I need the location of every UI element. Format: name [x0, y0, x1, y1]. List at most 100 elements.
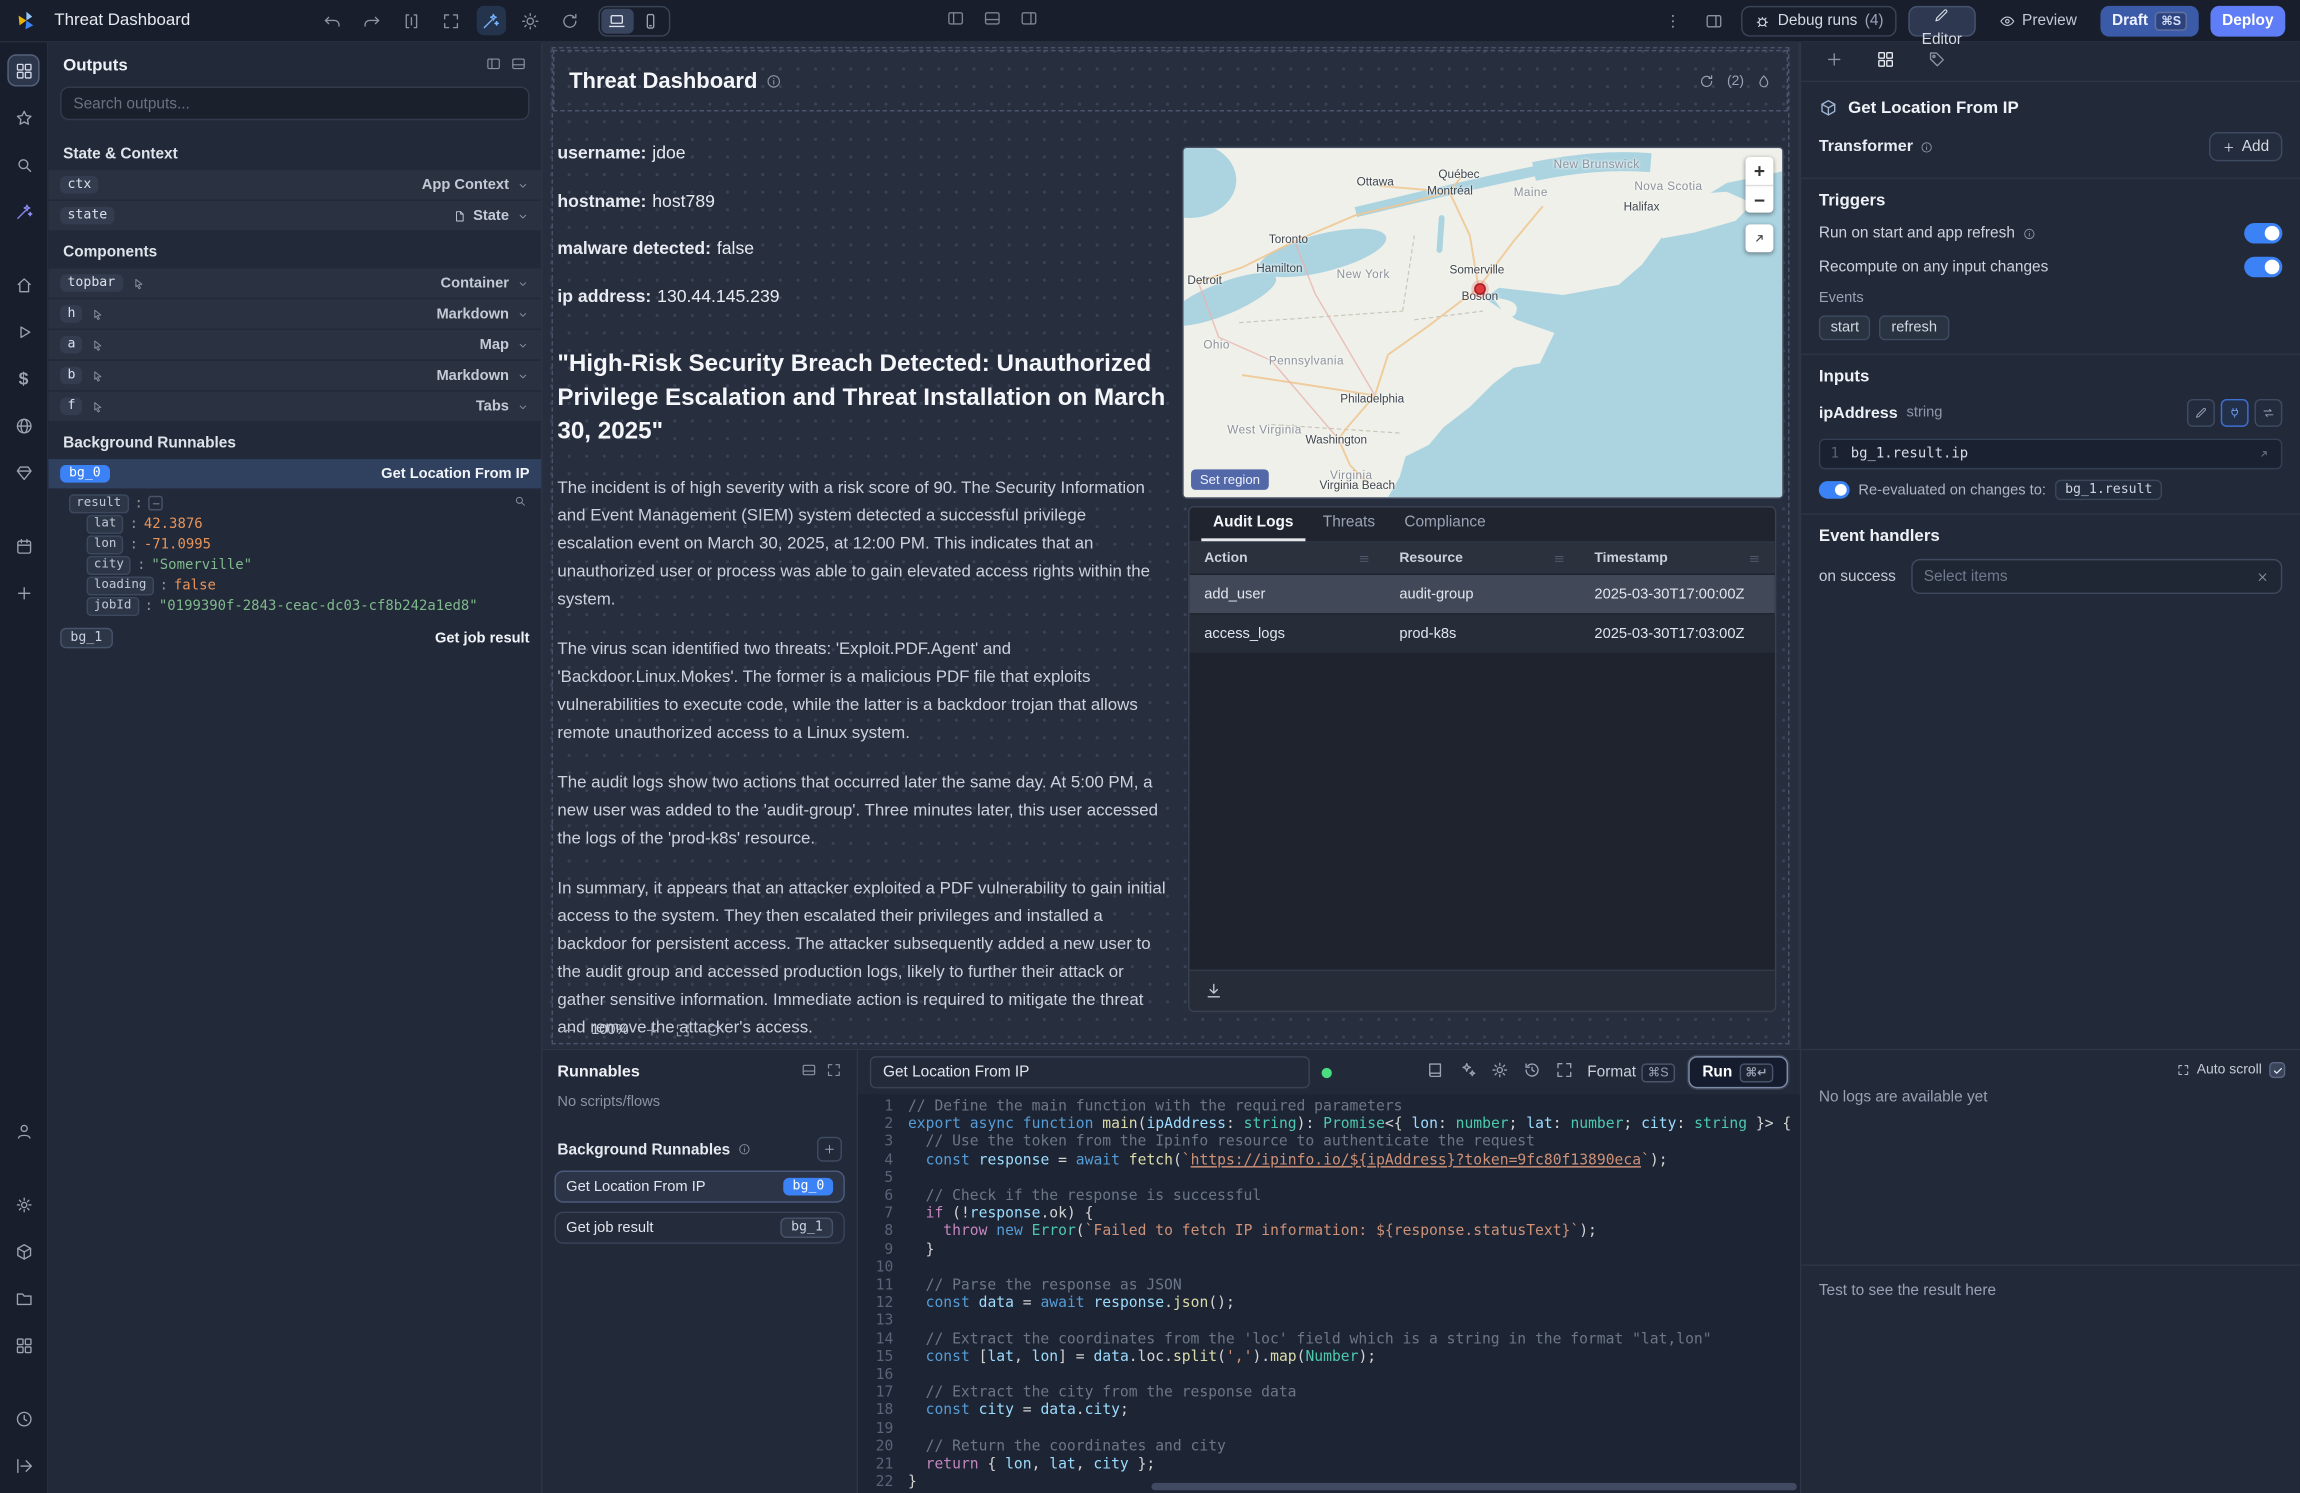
json-row-city[interactable]: city "Somerville" — [69, 554, 530, 575]
rail-item-recent[interactable] — [7, 1402, 39, 1434]
editor-settings-icon[interactable] — [1490, 1060, 1509, 1083]
rail-item-resources[interactable] — [7, 409, 39, 441]
json-row-lon[interactable]: lon -71.0995 — [69, 534, 530, 555]
component-row-f[interactable]: f Tabs — [48, 392, 541, 423]
format-button[interactable]: Format ⌘S — [1587, 1063, 1674, 1082]
reset-view-icon[interactable] — [705, 1022, 721, 1038]
code-line[interactable]: 18 const city = data.city; — [858, 1403, 1800, 1421]
info-icon[interactable] — [766, 73, 782, 89]
table-row[interactable]: access_logs prod-k8s 2025-03-30T17:03:00… — [1190, 615, 1775, 655]
input-expression-editor[interactable]: 1 bg_1.result.ip — [1819, 439, 2283, 470]
field-username[interactable]: username:jdoe — [557, 142, 1166, 190]
insert-component-tab[interactable] — [1825, 50, 1844, 73]
code-line[interactable]: 14 // Extract the coordinates from the '… — [858, 1331, 1800, 1349]
connect-input-button[interactable] — [2221, 399, 2249, 427]
code-line[interactable]: 19 — [858, 1421, 1800, 1439]
autoscroll-checkbox[interactable] — [2269, 1062, 2285, 1078]
rail-item-add[interactable] — [7, 576, 39, 608]
windmill-logo-icon[interactable] — [15, 9, 38, 32]
chevron-down-icon[interactable] — [516, 276, 529, 289]
expand-expression-icon[interactable] — [2257, 447, 2270, 460]
column-menu-icon[interactable] — [1358, 552, 1370, 564]
code-line[interactable]: 16 — [858, 1367, 1800, 1385]
code-line[interactable]: 17 // Extract the city from the response… — [858, 1385, 1800, 1403]
save-draft-button[interactable]: Draft ⌘S — [2100, 5, 2198, 36]
tab-compliance[interactable]: Compliance — [1393, 508, 1498, 542]
code-line[interactable]: 4 const response = await fetch(`https://… — [858, 1152, 1800, 1170]
add-transformer-button[interactable]: Add — [2209, 132, 2282, 161]
set-region-button[interactable]: Set region — [1191, 469, 1269, 490]
rail-item-search[interactable] — [7, 148, 39, 180]
fit-view-icon[interactable] — [437, 6, 466, 35]
runnable-item-bg1[interactable]: Get job result bg_1 — [554, 1212, 844, 1244]
component-row-h[interactable]: h Markdown — [48, 299, 541, 330]
code-line[interactable]: 20 // Return the coordinates and city — [858, 1439, 1800, 1457]
field-hostname[interactable]: hostname:host789 — [557, 190, 1166, 238]
field-ip[interactable]: ip address:130.44.145.239 — [557, 285, 1166, 333]
rail-item-apps[interactable] — [7, 1329, 39, 1361]
toggle-bottom-panel-icon[interactable] — [983, 9, 1002, 32]
chevron-down-icon[interactable] — [516, 209, 529, 222]
info-icon[interactable] — [738, 1143, 751, 1156]
rail-item-account[interactable] — [7, 1115, 39, 1147]
column-menu-icon[interactable] — [1553, 552, 1565, 564]
runnable-item-bg0[interactable]: Get Location From IP bg_0 — [554, 1171, 844, 1203]
info-icon[interactable] — [1920, 140, 1933, 153]
json-row-result[interactable]: result — [69, 493, 530, 514]
output-row-state[interactable]: state State — [48, 201, 541, 232]
chevron-down-icon[interactable] — [516, 307, 529, 320]
json-row-loading[interactable]: loading false — [69, 575, 530, 596]
info-icon[interactable] — [2022, 227, 2035, 240]
eval-input-button[interactable] — [2254, 399, 2282, 427]
download-icon[interactable] — [1204, 981, 1223, 1000]
chevron-down-icon[interactable] — [516, 369, 529, 382]
component-row-b[interactable]: b Markdown — [48, 361, 541, 392]
toggle-left-panel-icon[interactable] — [946, 9, 965, 32]
library-icon[interactable] — [1426, 1060, 1445, 1083]
search-outputs-input[interactable] — [60, 87, 529, 121]
code-line[interactable]: 2export async function main(ipAddress: s… — [858, 1117, 1800, 1135]
code-line[interactable]: 3 // Use the token from the Ipinfo resou… — [858, 1134, 1800, 1152]
editor-mode-button[interactable]: Editor — [1908, 5, 1975, 36]
code-line[interactable]: 1// Define the main function with the re… — [858, 1099, 1800, 1117]
code-line[interactable]: 11 // Parse the response as JSON — [858, 1278, 1800, 1296]
schedule-refresh-icon[interactable] — [555, 6, 584, 35]
run-button[interactable]: Run ⌘↵ — [1688, 1056, 1788, 1088]
column-menu-icon[interactable] — [1748, 552, 1760, 564]
zoom-out-icon[interactable] — [560, 1022, 576, 1038]
code-line[interactable]: 6 // Check if the response is successful — [858, 1188, 1800, 1206]
history-icon[interactable] — [1523, 1060, 1542, 1083]
desktop-view-button[interactable] — [601, 8, 633, 33]
bg0-output-row[interactable]: bg_0 Get Location From IP — [48, 459, 541, 488]
reeval-dependency-chip[interactable]: bg_1.result — [2055, 480, 2163, 501]
theme-toggle-icon[interactable] — [516, 6, 545, 35]
rail-item-components[interactable] — [7, 54, 39, 86]
map-fit-bounds-button[interactable] — [1745, 224, 1773, 252]
chevron-down-icon[interactable] — [516, 178, 529, 191]
sidebar-toggle-icon[interactable] — [1700, 6, 1729, 35]
app-topbar-component[interactable]: Threat Dashboard (2) — [553, 50, 1788, 112]
deploy-button[interactable]: Deploy — [2210, 5, 2285, 36]
rail-item-assistant[interactable] — [7, 195, 39, 227]
collapse-toggle-icon[interactable] — [149, 496, 164, 511]
rail-item-folders[interactable] — [7, 1282, 39, 1314]
script-name-input[interactable]: Get Location From IP — [870, 1056, 1310, 1088]
run-on-start-toggle[interactable] — [2244, 223, 2282, 244]
code-line[interactable]: 12 const data = await response.json(); — [858, 1296, 1800, 1314]
ai-wand-button[interactable] — [476, 6, 505, 35]
rail-item-favorites[interactable] — [7, 101, 39, 133]
dock-panel-icon[interactable] — [486, 56, 502, 77]
column-resource[interactable]: Resource — [1385, 543, 1580, 574]
clear-selection-icon[interactable] — [2256, 570, 2269, 583]
app-canvas[interactable]: Threat Dashboard (2) username:jdoe hostn… — [543, 43, 1800, 1049]
tab-threats[interactable]: Threats — [1311, 508, 1387, 542]
static-input-button[interactable] — [2187, 399, 2215, 427]
styling-tab[interactable] — [1927, 50, 1946, 73]
code-line[interactable]: 10 — [858, 1260, 1800, 1278]
app-refresh-icon[interactable] — [1699, 73, 1715, 89]
rail-item-workspace[interactable] — [7, 1235, 39, 1267]
map-component[interactable]: QuébecNew BrunswickNova ScotiaMaineHalif… — [1182, 147, 1783, 499]
redo-button[interactable] — [357, 6, 386, 35]
theme-droplet-icon[interactable] — [1756, 73, 1772, 89]
preview-mode-button[interactable]: Preview — [1987, 5, 2089, 36]
